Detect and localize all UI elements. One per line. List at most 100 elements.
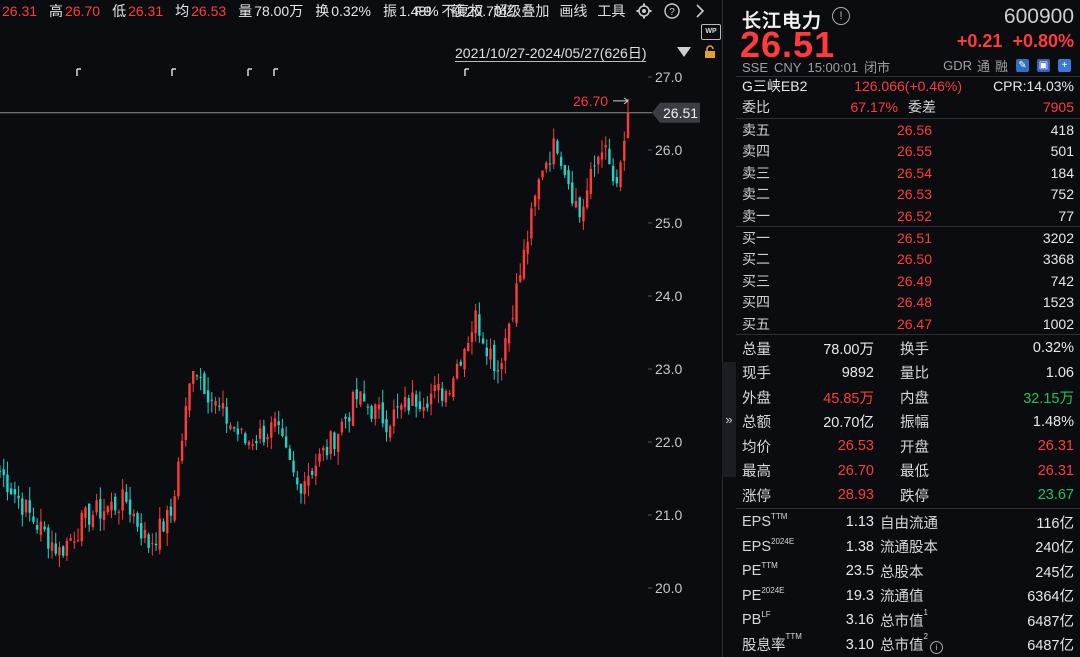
order-level[interactable]: 卖二 26.53 752 [742, 184, 1074, 205]
candle-body [39, 521, 43, 535]
candle-body [411, 392, 414, 406]
square-icon[interactable]: ▣ [1037, 59, 1050, 72]
info-icon[interactable]: i [929, 641, 943, 654]
candle-body [582, 206, 585, 222]
fund-value2: 116亿 [1036, 515, 1074, 532]
order-vol: 752 [1050, 186, 1074, 202]
order-level[interactable]: 卖五 26.56 418 [742, 119, 1074, 140]
toolbar-button[interactable]: 不复权 [441, 1, 483, 21]
order-level[interactable]: 买五 26.47 1002 [742, 313, 1074, 334]
fundamental-row: EPS2024E 1.38 流通股本 240亿 [742, 535, 1074, 559]
event-flag-icon[interactable] [273, 68, 278, 76]
edit-icon[interactable]: ✎ [1016, 59, 1029, 72]
candle-body [284, 436, 288, 448]
help-icon[interactable]: ? [663, 2, 681, 20]
candle-body [229, 425, 232, 429]
fundamental-row: EPSTTM 1.13 自由流通 116亿 [742, 510, 1074, 534]
summary-label: 量 [238, 3, 253, 19]
plus-icon[interactable]: + [1058, 59, 1071, 72]
stat-c: 换手 [900, 341, 929, 358]
order-price: 26.55 [896, 143, 932, 159]
order-level[interactable]: 买四 26.48 1523 [742, 292, 1074, 313]
toolbar-button[interactable]: 画线 [559, 1, 587, 21]
candle-body [600, 152, 604, 160]
weight-price-icon[interactable]: WP [701, 24, 721, 40]
stock-code: 600900 [1003, 5, 1074, 28]
order-level[interactable]: 卖四 26.55 501 [742, 141, 1074, 162]
candle-body [258, 428, 262, 439]
order-price: 26.53 [896, 186, 932, 202]
candle-body [418, 401, 422, 410]
candle-body [270, 422, 273, 438]
event-flag-icon[interactable] [76, 68, 81, 76]
candle-body [325, 447, 329, 456]
order-vol: 3202 [1042, 229, 1074, 246]
stat-c: 量比 [900, 366, 929, 382]
candle-body [626, 112, 630, 139]
gear-icon[interactable] [635, 2, 653, 20]
stat-b: 45.85万 [823, 390, 874, 407]
y-tick-label: 24.0 [655, 288, 682, 304]
candle-body [437, 383, 440, 391]
toolbar-button[interactable]: 工具 [597, 1, 625, 21]
order-vol: 1523 [1042, 294, 1074, 310]
candle-body [273, 418, 277, 427]
event-flag-icon[interactable] [247, 68, 252, 76]
candle-body [511, 318, 515, 320]
candle-body [61, 546, 65, 556]
candlestick-chart[interactable]: 27.0 26.0 25.0 24.0 23.0 22.0 21.0 20.0 26.51 26.… [0, 60, 722, 657]
candle-body [366, 406, 370, 408]
fund-label2: 总市值2i [880, 632, 970, 655]
kline-chart-area[interactable]: 26.31 高 26.70 低 26.31 均 26.53 量 78.00万换 0.32% 振 1.4… [0, 0, 722, 657]
fund-label-sup: 2024E [771, 536, 795, 546]
fund-label-text: 股息率 [742, 638, 786, 654]
stat-d: 1.48% [1032, 413, 1074, 430]
candle-body [515, 283, 518, 324]
order-level[interactable]: 买二 26.50 3368 [742, 249, 1074, 270]
candle-body [362, 393, 366, 402]
order-price: 26.51 [896, 229, 932, 246]
candle-body [102, 511, 106, 520]
toolbar-button[interactable]: F9 [415, 3, 431, 19]
candle-body [552, 138, 555, 165]
stat-b: 9892 [841, 364, 874, 381]
stat-b: 28.93 [837, 487, 874, 503]
order-vol: 501 [1050, 143, 1074, 159]
toolbar-button[interactable]: 超级叠加 [493, 1, 549, 21]
bond-row[interactable]: G三峡EB2 126.066(+0.46%) CPR:14.03% [742, 75, 1074, 97]
lock-icon[interactable] [703, 45, 717, 59]
candle-body [76, 540, 80, 542]
candle-body [422, 407, 425, 411]
candle-body [281, 428, 284, 436]
chevron-right-icon[interactable] [691, 2, 709, 20]
candle-body [559, 156, 563, 166]
order-label: 卖二 [742, 186, 770, 202]
order-level[interactable]: 买一 26.51 3202 [742, 227, 1074, 248]
candle-body [188, 383, 191, 411]
candle-body [99, 499, 102, 519]
event-flag-icon[interactable] [464, 68, 469, 76]
candle-body [24, 499, 28, 513]
event-flag-icon[interactable] [171, 68, 176, 76]
order-level[interactable]: 卖三 26.54 184 [742, 162, 1074, 183]
fund-value: 23.5 [845, 563, 874, 579]
candle-body [121, 489, 124, 511]
order-level[interactable]: 买三 26.49 742 [742, 270, 1074, 291]
candle-body [162, 521, 165, 532]
stat-a: 总额 [742, 415, 771, 431]
stat-row: 均价 26.53 开盘 26.31 [742, 434, 1074, 458]
y-tick-label: 20.0 [655, 580, 682, 596]
stat-d: 23.67 [1037, 487, 1074, 503]
candle-body [214, 400, 217, 406]
stat-d: 32.15万 [1023, 390, 1074, 407]
fund-label-text: PE [742, 563, 762, 579]
collapse-panel-toggle[interactable]: » [722, 362, 736, 477]
caret-down-icon[interactable] [677, 47, 691, 57]
stat-b: 20.70亿 [823, 415, 874, 431]
info-icon[interactable]: ! [832, 7, 850, 25]
fund-label-sup: LF [761, 610, 771, 619]
order-level[interactable]: 卖一 26.52 77 [742, 205, 1074, 226]
candle-body [481, 338, 485, 344]
candle-body [333, 432, 336, 450]
candle-body [255, 440, 258, 444]
